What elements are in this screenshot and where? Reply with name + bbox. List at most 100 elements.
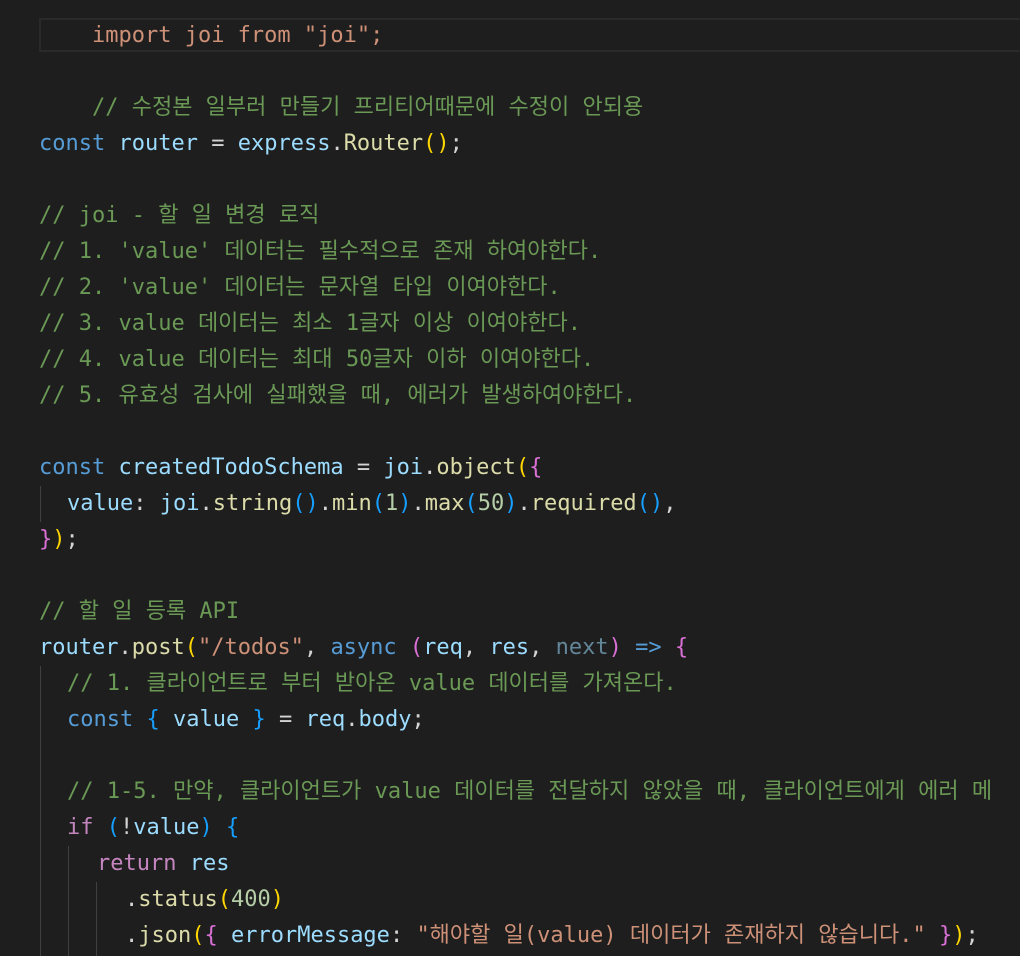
operator-token: ! <box>120 815 134 840</box>
keyword-token: const <box>67 707 134 732</box>
code-line-comment[interactable]: // 3. value 데이터는 최소 1글자 이상 이여야한다. <box>39 306 581 342</box>
bracket-token: { <box>674 635 689 660</box>
bracket-token: ) <box>270 887 284 912</box>
variable-token: joi <box>383 455 424 480</box>
indent-guide <box>40 486 41 522</box>
code-comment: // 1. 'value' 데이터는 필수적으로 존재 하여야한다. <box>39 239 602 264</box>
punct-token: . <box>423 455 437 480</box>
bracket-token: { <box>146 707 160 732</box>
code-line-comment[interactable]: // 1. 'value' 데이터는 필수적으로 존재 하여야한다. <box>39 234 601 270</box>
bracket-token: ( <box>423 131 437 156</box>
punct-token: . <box>411 491 425 516</box>
code-line-status[interactable]: .status(400) <box>125 882 284 918</box>
punct-token: . <box>517 491 531 516</box>
code-comment: // 1-5. 만약, 클라이언트가 value 데이터를 전달하지 않았을 때… <box>67 779 993 804</box>
code-token: import joi from "joi"; <box>91 23 384 48</box>
control-keyword-token: return <box>97 851 177 876</box>
property-token: errorMessage <box>230 923 390 948</box>
parameter-token: req <box>423 635 463 660</box>
code-line-schema-value[interactable]: value: joi.string().min(1).max(50).requi… <box>67 486 676 522</box>
code-line-schema-const[interactable]: const createdTodoSchema = joi.object({ <box>39 450 542 486</box>
variable-token: joi <box>159 491 200 516</box>
code-line-import[interactable]: import joi from "joi"; <box>39 0 383 48</box>
bracket-token: ( <box>409 635 424 660</box>
indent-guide <box>68 846 69 956</box>
bracket-token: ) <box>398 491 412 516</box>
code-comment: // 5. 유효성 검사에 실패했을 때, 에러가 발생하여야한다. <box>39 383 637 408</box>
bracket-token: ( <box>191 923 205 948</box>
punct-token: , <box>462 635 490 660</box>
punct-token: ; <box>965 923 979 948</box>
bracket-token: ) <box>52 527 66 552</box>
code-comment: // 4. value 데이터는 최대 50글자 이하 이여야한다. <box>39 347 595 372</box>
bracket-token: ( <box>106 815 120 840</box>
operator-token: = <box>197 131 238 156</box>
code-line-if[interactable]: if (!value) { <box>67 810 239 846</box>
operator-token: = <box>343 455 384 480</box>
keyword-token: const <box>39 455 106 480</box>
punct-token: , <box>663 491 677 516</box>
unused-parameter-token: next <box>555 635 609 660</box>
variable-token: value <box>172 707 240 732</box>
bracket-token: ) <box>436 131 450 156</box>
code-line-schema-close[interactable]: }); <box>39 522 79 558</box>
variable-token: router <box>39 635 119 660</box>
keyword-token: async <box>330 635 397 660</box>
string-token: "/todos" <box>197 635 304 660</box>
bracket-token: { <box>529 455 543 480</box>
code-line-return[interactable]: return res <box>97 846 229 882</box>
function-token: object <box>436 455 516 480</box>
code-line-router-const[interactable]: const router = express.Router(); <box>39 126 463 162</box>
punct-token: ; <box>411 707 425 732</box>
punct-token: . <box>125 887 139 912</box>
code-editor[interactable]: import joi from "joi"; // 수정본 일부러 만들기 프리… <box>0 0 1020 956</box>
operator-token: = <box>265 707 306 732</box>
function-token: json <box>138 923 192 948</box>
function-token: post <box>131 635 185 660</box>
punct-token: : <box>389 923 417 948</box>
code-line-router-post[interactable]: router.post("/todos", async (req, res, n… <box>39 630 688 666</box>
punct-token: , <box>529 635 556 660</box>
punct-token: . <box>318 491 332 516</box>
code-comment: // joi - 할 일 변경 로직 <box>39 203 320 228</box>
code-line-json[interactable]: .json({ errorMessage: "해야할 일(value) 데이터가… <box>125 918 979 954</box>
code-line-comment[interactable]: // 할 일 등록 API <box>39 594 239 630</box>
variable-token: createdTodoSchema <box>118 455 344 480</box>
function-token: status <box>138 887 218 912</box>
function-token: max <box>424 491 465 516</box>
punct-token: . <box>345 707 359 732</box>
code-line-comment[interactable]: // 1. 클라이언트로 부터 받아온 value 데이터를 가져온다. <box>67 666 677 702</box>
bracket-token: ) <box>199 815 213 840</box>
code-comment: // 수정본 일부러 만들기 프리티어때문에 수정이 안되용 <box>91 95 644 120</box>
bracket-token: ( <box>217 887 231 912</box>
code-line-comment[interactable]: // joi - 할 일 변경 로직 <box>39 198 319 234</box>
keyword-token: const <box>39 131 106 156</box>
function-token: required <box>530 491 637 516</box>
variable-token: req <box>305 707 346 732</box>
code-comment: // 3. value 데이터는 최소 1글자 이상 이여야한다. <box>39 311 582 336</box>
code-line-comment[interactable]: // 수정본 일부러 만들기 프리티어때문에 수정이 안되용 <box>39 54 643 120</box>
code-line-destructure[interactable]: const { value } = req.body; <box>67 702 425 738</box>
control-keyword-token: if <box>67 815 94 840</box>
code-line-comment[interactable]: // 1-5. 만약, 클라이언트가 value 데이터를 전달하지 않았을 때… <box>67 774 992 810</box>
bracket-token: ( <box>184 635 198 660</box>
variable-token: res <box>189 851 230 876</box>
function-token: min <box>331 491 372 516</box>
number-token: 50 <box>477 491 505 516</box>
punct-token: . <box>330 131 344 156</box>
property-token: body <box>358 707 412 732</box>
bracket-token: } <box>39 527 53 552</box>
bracket-token: ) <box>504 491 518 516</box>
code-line-comment[interactable]: // 5. 유효성 검사에 실패했을 때, 에러가 발생하여야한다. <box>39 378 636 414</box>
code-line-comment[interactable]: // 4. value 데이터는 최대 50글자 이하 이여야한다. <box>39 342 594 378</box>
code-line-comment[interactable]: // 2. 'value' 데이터는 문자열 타입 이여야한다. <box>39 270 561 306</box>
